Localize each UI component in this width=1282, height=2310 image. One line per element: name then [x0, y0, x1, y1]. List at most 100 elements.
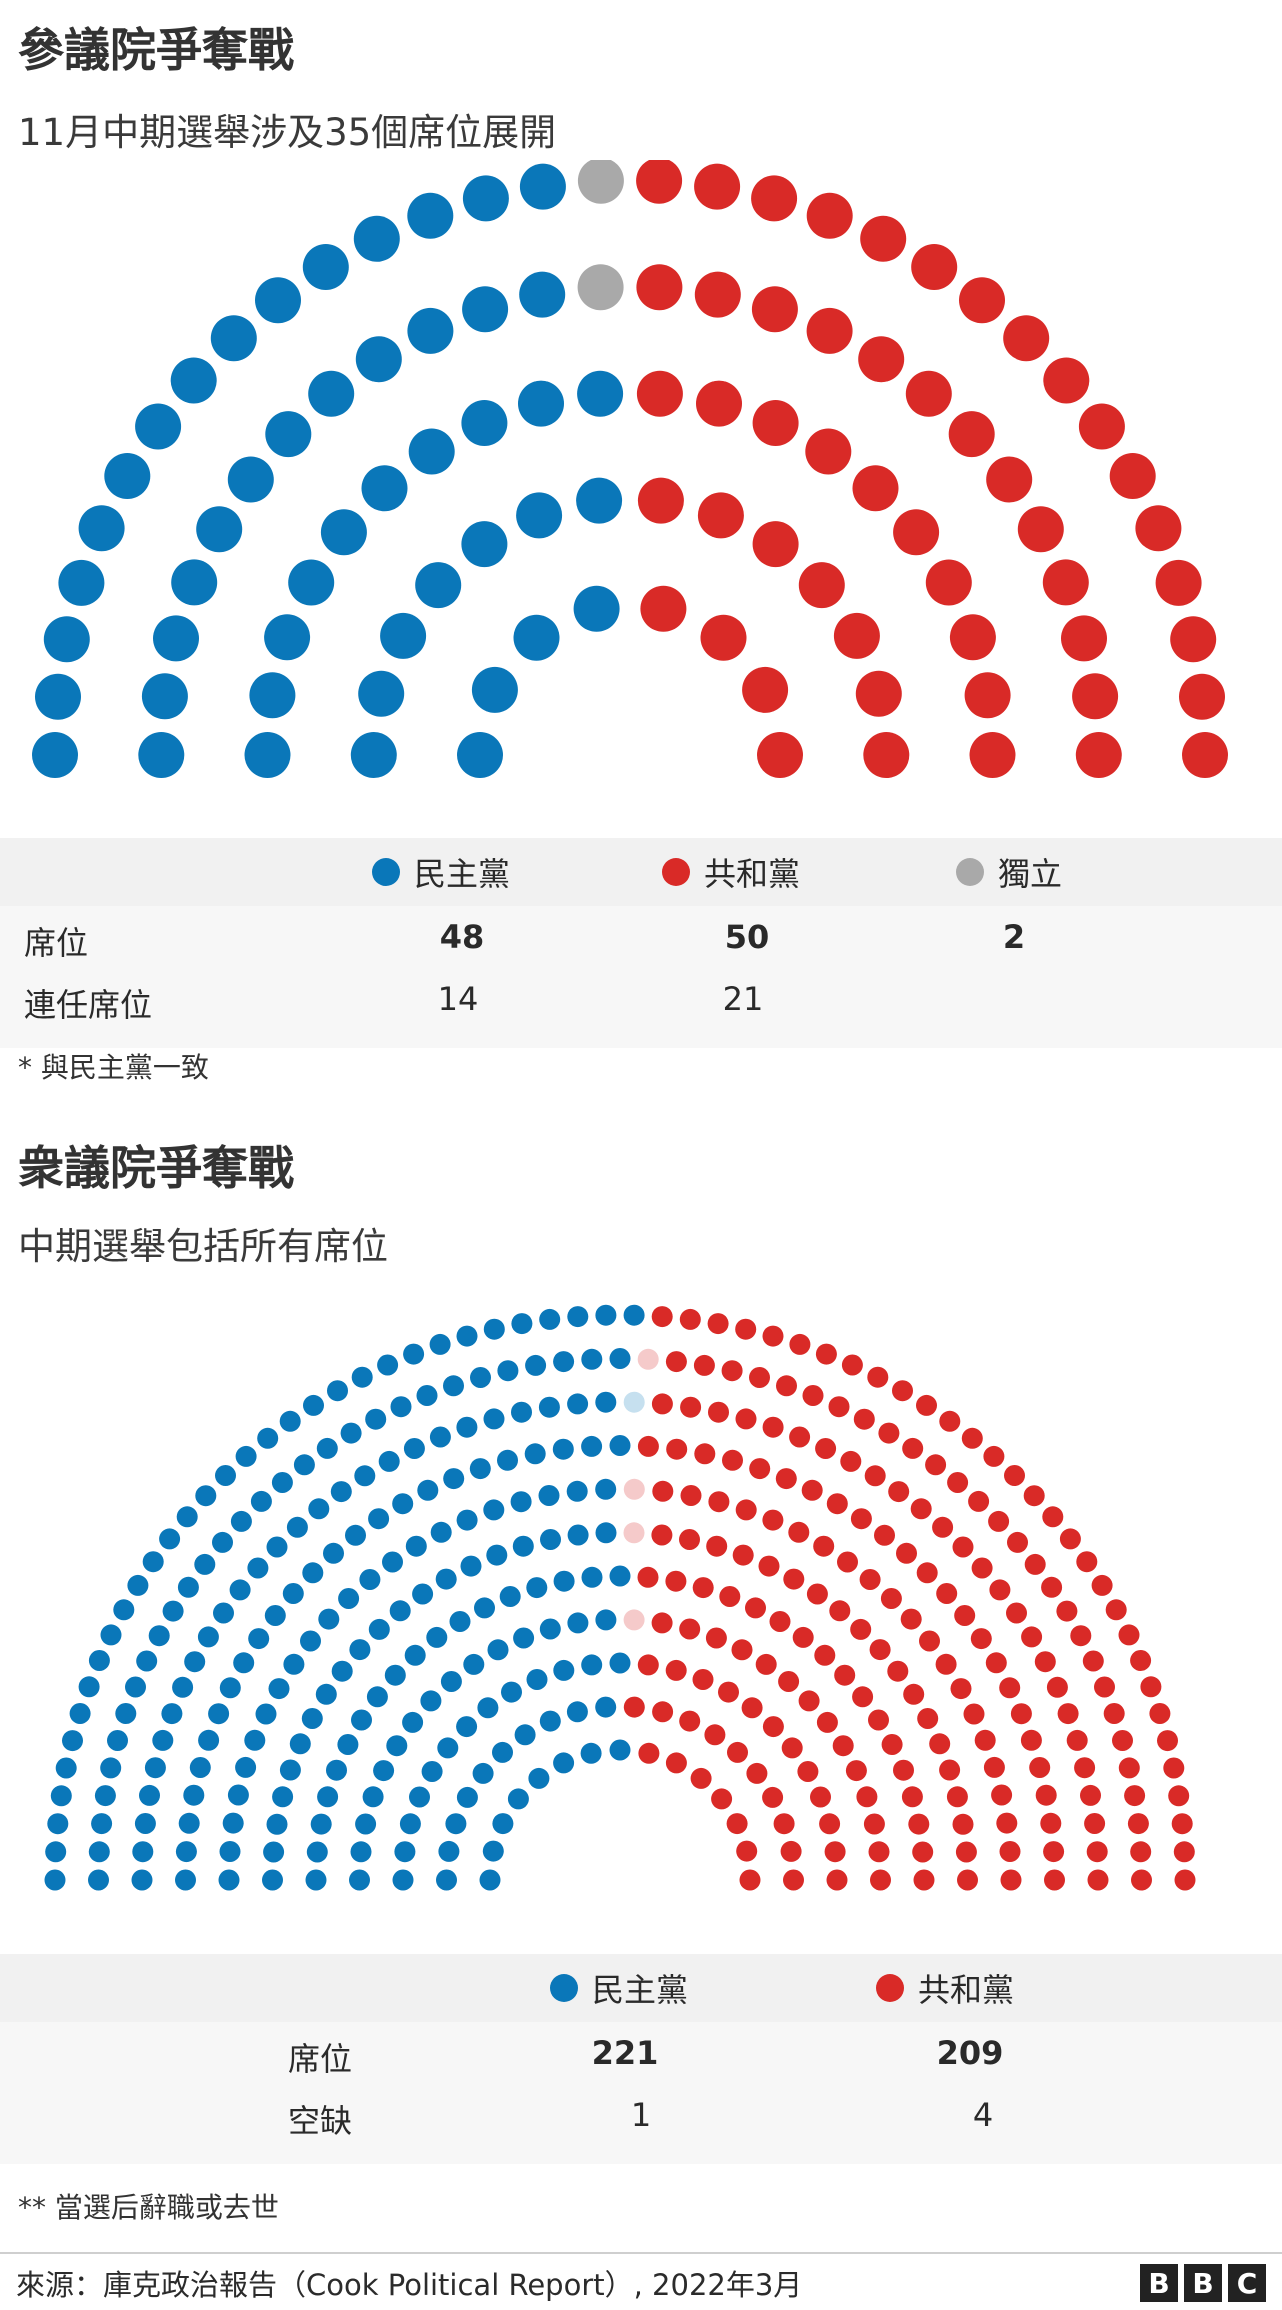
senate-rep-up: 21: [722, 980, 764, 1018]
seat-dot: [870, 1869, 891, 1891]
seat-dot: [1023, 1485, 1045, 1507]
seat-dot: [293, 1454, 315, 1476]
seat-dot: [219, 1841, 241, 1862]
seat-dot: [985, 1652, 1007, 1674]
seat-dot: [178, 1812, 200, 1834]
seat-dot: [829, 1600, 851, 1622]
seat-dot: [1163, 1757, 1185, 1779]
seat-dot: [903, 1683, 925, 1705]
seat-dot: [788, 1521, 810, 1543]
seat-dot: [916, 1394, 937, 1416]
seat-dot: [262, 1869, 283, 1891]
seat-dot: [415, 562, 462, 609]
seat-dot: [250, 1490, 272, 1512]
seat-dot: [78, 1676, 100, 1698]
seat-dot: [264, 1605, 286, 1626]
seat-dot: [718, 1681, 739, 1703]
seat-dot: [318, 1608, 340, 1630]
seat-dot: [359, 1569, 381, 1590]
seat-dot: [1076, 1551, 1098, 1573]
seat-dot: [445, 1813, 467, 1835]
seat-dot: [757, 732, 803, 778]
seat-dot: [349, 1869, 370, 1891]
seat-dot: [637, 1654, 659, 1676]
seat-dot: [514, 1724, 536, 1746]
seat-dot: [778, 1671, 800, 1692]
seat-dot: [362, 1786, 384, 1808]
seat-dot: [477, 1697, 499, 1719]
seat-dot: [1091, 1574, 1113, 1596]
seat-dot: [402, 1711, 424, 1733]
seat-dot: [482, 1840, 504, 1862]
seat-dot: [776, 1375, 797, 1397]
senate-seat-chart: [32, 160, 1228, 778]
seat-dot: [580, 1742, 602, 1764]
seat-dot: [731, 1639, 753, 1661]
seat-dot: [355, 1813, 377, 1835]
seat-dot: [497, 1360, 519, 1382]
seat-dot: [1124, 1785, 1146, 1807]
seat-dot: [62, 1730, 83, 1752]
seat-dot: [407, 307, 454, 354]
seat-dot: [609, 1652, 631, 1674]
seat-dot: [697, 492, 744, 539]
seat-dot: [136, 1650, 158, 1672]
seat-dot: [845, 1760, 867, 1782]
seat-dot: [1072, 673, 1119, 720]
seat-dot: [138, 732, 185, 778]
seat-dot: [581, 1435, 603, 1457]
seat-dot: [637, 1566, 659, 1588]
seat-dot: [317, 1786, 339, 1808]
senate-subtitle: 11月中期選舉涉及35個席位展開: [18, 111, 557, 154]
seat-dot: [609, 1739, 631, 1761]
seat-dot: [860, 215, 907, 262]
seat-dot: [815, 1438, 837, 1459]
seat-dot: [552, 1438, 574, 1460]
seat-dot: [553, 1570, 575, 1592]
legend-label-dem: 民主黨: [592, 1971, 689, 2009]
seat-dot: [852, 1686, 874, 1708]
seat-dot: [881, 1734, 903, 1755]
seat-dot: [908, 1813, 930, 1835]
seat-dot: [88, 1869, 109, 1891]
seat-dot: [623, 1609, 645, 1631]
seat-dot: [392, 1493, 414, 1515]
seat-dot: [856, 1786, 878, 1808]
seat-dot: [244, 1729, 266, 1751]
seat-dot: [144, 1757, 166, 1779]
seat-dot: [841, 1354, 863, 1376]
seat-dot: [758, 1555, 780, 1577]
seat-dot: [815, 1343, 837, 1365]
seat-dot: [320, 509, 367, 556]
seat-dot: [988, 1510, 1010, 1532]
seat-dot: [971, 1557, 993, 1579]
seat-dot: [115, 1703, 137, 1724]
row-label-vacant: 空缺: [288, 2102, 353, 2140]
seat-dot: [382, 1551, 403, 1573]
seat-dot: [609, 1565, 631, 1587]
seat-dot: [797, 1761, 819, 1782]
seat-dot: [380, 612, 427, 659]
seat-dot: [637, 477, 684, 524]
bbc-logo: BBC: [1140, 2264, 1266, 2302]
seat-dot: [539, 1308, 561, 1330]
seat-dot: [694, 163, 741, 210]
seat-dot: [636, 160, 683, 204]
seat-dot: [512, 1535, 534, 1557]
seat-dot: [456, 1786, 478, 1808]
seat-dot: [492, 1741, 513, 1763]
seat-dot: [540, 1529, 561, 1550]
seat-dot: [1109, 453, 1156, 499]
seat-dot: [665, 1752, 687, 1774]
seat-dot: [1040, 1812, 1062, 1834]
seat-dot: [893, 509, 940, 556]
seat-dot: [968, 1490, 990, 1512]
seat-dot: [227, 1784, 249, 1806]
seat-dot: [282, 1583, 304, 1604]
seat-dot: [1044, 1869, 1065, 1891]
seat-dot: [711, 1788, 733, 1810]
seat-dot: [132, 1841, 154, 1863]
seat-dot: [162, 1600, 184, 1622]
seat-dot: [148, 1625, 170, 1647]
seat-dot: [806, 1583, 828, 1605]
